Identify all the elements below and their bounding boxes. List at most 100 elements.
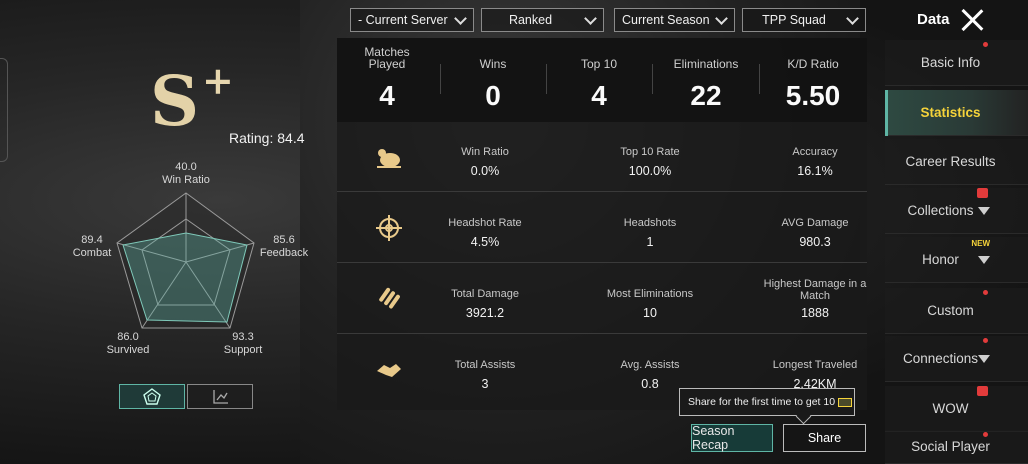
stat-cell: Headshots 1 — [575, 193, 725, 263]
line-chart-icon — [213, 390, 228, 404]
sidebar-item-label: Connections — [902, 351, 979, 366]
handshake-icon — [377, 364, 401, 377]
divider — [546, 64, 547, 94]
pentagon-icon — [143, 388, 161, 405]
share-reward-tooltip: Share for the first time to get 10 — [679, 388, 855, 416]
stat-value: 3921.2 — [465, 306, 505, 320]
divider — [440, 64, 441, 94]
radar-name: Support — [223, 344, 263, 356]
radar-label-survived: 86.0 Survived — [93, 331, 163, 357]
sidebar-item-statistics[interactable]: Statistics — [885, 90, 1028, 136]
expand-triangle-icon — [978, 207, 990, 215]
stat-cell: Most Eliminations 10 — [575, 264, 725, 334]
stat-label: Total Damage — [451, 288, 519, 300]
sidebar-item-connections[interactable]: Connections — [885, 336, 1028, 382]
stat-value: 0.0% — [470, 164, 500, 178]
chevron-down-icon — [454, 12, 467, 25]
sidebar-item-honor[interactable]: Honor NEW — [885, 237, 1028, 283]
stat-row-1: Win Ratio 0.0% Top 10 Rate 100.0% Accura… — [337, 122, 867, 192]
summary-value: 0 — [485, 80, 501, 111]
radar-name: Feedback — [259, 247, 309, 259]
season-recap-button[interactable]: Season Recap — [691, 424, 773, 452]
radar-view-button[interactable] — [119, 384, 185, 409]
summary-wins: Wins 0 — [443, 38, 543, 122]
chicken-icon — [377, 149, 401, 168]
sidebar-item-label: Collections — [907, 203, 974, 218]
summary-bar: Matches Played 4 Wins 0 Top 10 4 Elimina… — [337, 38, 867, 122]
stat-value: 100.0% — [628, 164, 672, 178]
stats-panel: Matches Played 4 Wins 0 Top 10 4 Elimina… — [337, 38, 867, 410]
sidebar-item-career-results[interactable]: Career Results — [885, 139, 1028, 185]
stat-label: AVG Damage — [781, 217, 849, 229]
close-icon[interactable] — [960, 8, 984, 32]
radar-value: 85.6 — [273, 234, 295, 246]
stat-cell: Total Damage 3921.2 — [410, 264, 560, 334]
radar-chart — [116, 192, 255, 329]
mode-filter-label: Ranked — [508, 13, 553, 27]
stat-value: 1 — [646, 235, 654, 249]
tooltip-text: Share for the first time to get 10 — [688, 396, 836, 408]
sidebar-item-label: Honor — [922, 252, 959, 267]
chart-toggle — [119, 384, 253, 409]
radar-label-feedback: 85.6 Feedback — [249, 234, 319, 260]
radar-label-combat: 89.4 Combat — [57, 234, 127, 260]
expand-triangle-icon — [978, 355, 990, 363]
sidebar-item-wow[interactable]: WOW — [885, 386, 1028, 432]
page-title: Data — [917, 11, 950, 28]
chevron-down-icon — [584, 12, 597, 25]
notification-dot — [983, 338, 988, 343]
notification-dot — [983, 290, 988, 295]
server-filter-label: - Current Server — [358, 13, 448, 27]
stat-label: Top 10 Rate — [620, 146, 680, 158]
stat-value: 1888 — [801, 306, 829, 320]
notification-dot — [983, 42, 988, 47]
summary-label: Eliminations — [673, 57, 739, 71]
radar-label-win-ratio: 40.0 Win Ratio — [151, 161, 221, 187]
crosshair-icon — [376, 215, 402, 241]
sidebar-item-label: WOW — [932, 401, 969, 416]
summary-value: 5.50 — [785, 80, 841, 111]
stat-row-2: Headshot Rate 4.5% Headshots 1 AVG Damag… — [337, 193, 867, 263]
summary-matches: Matches Played 4 — [337, 38, 437, 122]
summary-eliminations: Eliminations 22 — [655, 38, 757, 122]
squad-filter-label: TPP Squad — [762, 13, 826, 27]
stat-cell: AVG Damage 980.3 — [740, 193, 890, 263]
summary-top10: Top 10 4 — [549, 38, 649, 122]
sidebar-item-custom[interactable]: Custom — [885, 288, 1028, 334]
sidebar-item-label: Custom — [927, 303, 974, 318]
sidebar-item-basic-info[interactable]: Basic Info — [885, 40, 1028, 86]
summary-value: 22 — [690, 80, 722, 111]
divider — [759, 64, 760, 94]
season-filter[interactable]: Current Season — [614, 8, 735, 32]
summary-label: Top 10 — [580, 57, 618, 71]
sidebar-item-collections[interactable]: Collections — [885, 188, 1028, 234]
share-button[interactable]: Share — [783, 424, 866, 452]
sidebar-item-social-player[interactable]: Social Player — [885, 430, 1028, 464]
radar-value: 93.3 — [232, 331, 254, 343]
squad-filter[interactable]: TPP Squad — [742, 8, 866, 32]
trend-view-button[interactable] — [187, 384, 253, 409]
radar-value: 40.0 — [175, 161, 197, 173]
stat-label: Most Eliminations — [606, 288, 694, 300]
divider — [652, 64, 653, 94]
stat-label: Headshots — [623, 217, 677, 229]
server-filter[interactable]: - Current Server — [350, 8, 474, 32]
gift-icon — [977, 188, 988, 198]
stat-label: Longest Traveled — [772, 359, 858, 371]
mode-filter[interactable]: Ranked — [481, 8, 604, 32]
radar-name: Win Ratio — [162, 174, 210, 186]
season-filter-label: Current Season — [622, 13, 710, 27]
expand-triangle-icon — [978, 256, 990, 264]
notification-dot — [983, 432, 988, 437]
stat-label: Avg. Assists — [620, 359, 680, 371]
stat-label: Accuracy — [792, 146, 838, 158]
summary-label: Matches Played — [364, 45, 410, 71]
coin-icon — [838, 397, 853, 407]
sidebar-item-label: Statistics — [920, 105, 981, 120]
summary-value: 4 — [379, 80, 395, 111]
gift-icon — [977, 386, 988, 396]
stat-label: Highest Damage in a Match — [763, 278, 867, 302]
stat-label: Headshot Rate — [448, 217, 522, 229]
stat-cell: Highest Damage in a Match 1888 — [740, 264, 890, 334]
stat-value: 16.1% — [797, 164, 833, 178]
